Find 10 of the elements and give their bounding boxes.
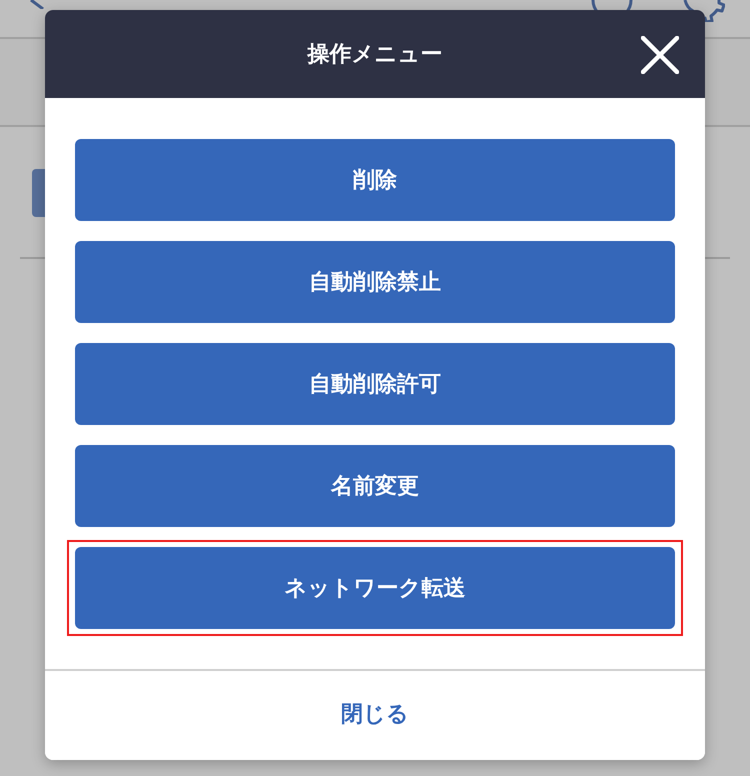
close-icon: [641, 36, 679, 74]
menu-button[interactable]: 自動削除禁止: [75, 241, 675, 323]
back-chevron-icon[interactable]: [30, 0, 44, 9]
menu-button[interactable]: ネットワーク転送: [75, 547, 675, 629]
close-dialog-button[interactable]: 閉じる: [45, 671, 705, 760]
dialog-title: 操作メニュー: [308, 41, 442, 69]
menu-button[interactable]: 名前変更: [75, 445, 675, 527]
menu-button[interactable]: 自動削除許可: [75, 343, 675, 425]
close-button[interactable]: [639, 34, 681, 76]
menu-button[interactable]: 削除: [75, 139, 675, 221]
